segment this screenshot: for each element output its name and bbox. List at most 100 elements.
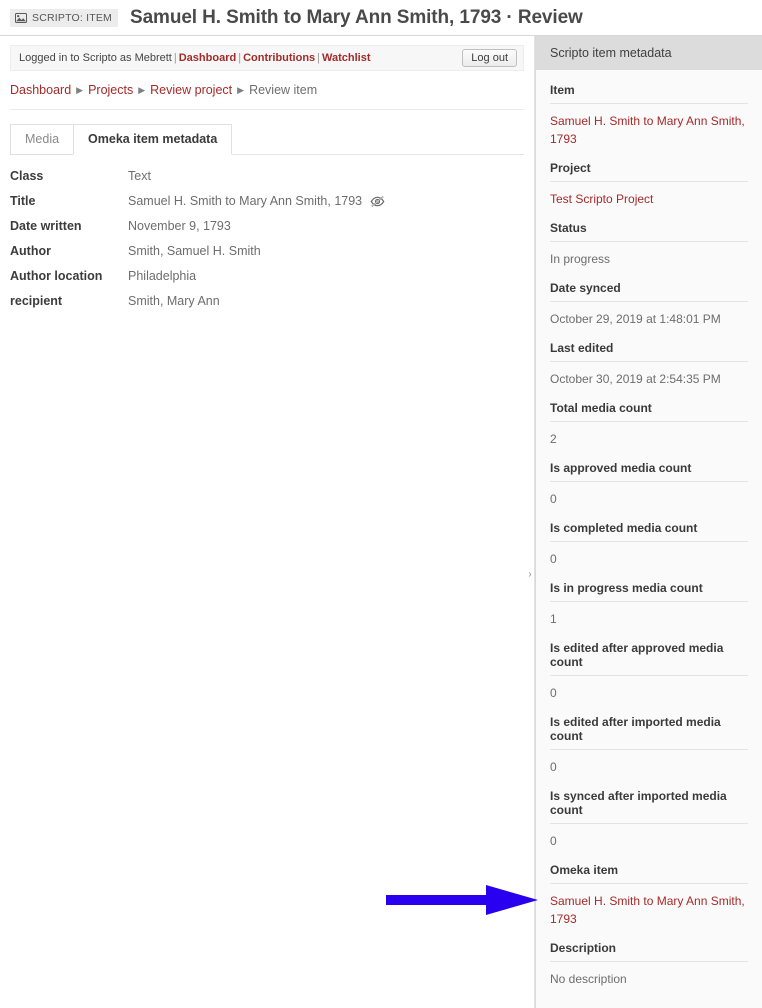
sidebar-field-label: Last edited [550, 341, 748, 362]
page-title: Samuel H. Smith to Mary Ann Smith, 1793 … [130, 6, 583, 28]
sidebar-field-label: Omeka item [550, 863, 748, 884]
sidebar-field-list: Item Samuel H. Smith to Mary Ann Smith, … [536, 70, 762, 988]
breadcrumb-item-dashboard[interactable]: Dashboard [10, 83, 71, 97]
property-label: Title [10, 194, 36, 208]
property-label: recipient [10, 294, 63, 308]
property-value-text: Samuel H. Smith to Mary Ann Smith, 1793 [128, 194, 363, 208]
caret-right-icon: ▶ [138, 84, 146, 95]
sidebar-field-label: Is edited after approved media count [550, 641, 748, 676]
sidebar-field-value-link[interactable]: Test Scripto Project [550, 182, 748, 208]
sidebar-field-description: Description No description [550, 928, 748, 988]
sidebar-field-label: Is approved media count [550, 461, 748, 482]
sidebar-field-value: No description [550, 972, 627, 986]
property-value: Text [128, 169, 151, 183]
sidebar-field-label: Is edited after imported media count [550, 715, 748, 750]
tab-bar: Media Omeka item metadata [10, 123, 524, 155]
session-sep-3: | [317, 52, 321, 64]
property-row-title: Title Samuel H. Smith to Mary Ann Smith,… [10, 194, 524, 208]
sidebar-collapse-handle[interactable]: › [525, 561, 535, 587]
breadcrumb: Dashboard ▶ Projects ▶ Review project ▶ … [10, 83, 524, 97]
session-prefix: Logged in to Scripto as Mebrett [19, 52, 172, 64]
property-value-text: November 9, 1793 [128, 219, 231, 233]
sidebar-field-total-media-count: Total media count 2 [550, 388, 748, 448]
sidebar-field-item: Item Samuel H. Smith to Mary Ann Smith, … [550, 70, 748, 148]
sidebar-field-value: 0 [550, 760, 557, 774]
sidebar-field-value: 0 [550, 834, 557, 848]
eye-slash-icon[interactable] [370, 195, 385, 208]
user-session-bar: Logged in to Scripto as Mebrett | Dashboar… [10, 45, 524, 71]
property-row-recipient: recipient Smith, Mary Ann [10, 294, 524, 308]
caret-right-icon: ▶ [237, 84, 245, 95]
sidebar-field-value: 2 [550, 432, 557, 446]
sidebar-field-label: Description [550, 941, 748, 962]
chevron-right-icon: › [528, 568, 532, 580]
sidebar-field-label: Project [550, 161, 748, 182]
property-label: Class [10, 169, 44, 183]
sidebar-field-last-edited: Last edited October 30, 2019 at 2:54:35 … [550, 328, 748, 388]
property-row-date-written: Date written November 9, 1793 [10, 219, 524, 233]
sidebar-field-is-completed-media-count: Is completed media count 0 [550, 508, 748, 568]
sidebar-field-label: Date synced [550, 281, 748, 302]
property-value-text: Philadelphia [128, 269, 197, 283]
nav-link-dashboard[interactable]: Dashboard [179, 52, 236, 64]
sidebar-field-is-synced-after-imported-media-count: Is synced after imported media count 0 [550, 776, 748, 850]
sidebar-field-is-in-progress-media-count: Is in progress media count 1 [550, 568, 748, 628]
sidebar-field-status: Status In progress [550, 208, 748, 268]
sidebar-field-label: Is in progress media count [550, 581, 748, 602]
sidebar-field-date-synced: Date synced October 29, 2019 at 1:48:01 … [550, 268, 748, 328]
scripto-badge-label: SCRIPTO: ITEM [32, 11, 112, 24]
property-label: Date written [10, 219, 82, 233]
sidebar-field-value: In progress [550, 252, 611, 266]
sidebar-field-value: 0 [550, 552, 557, 566]
logout-button[interactable]: Log out [462, 49, 517, 67]
session-sep-1: | [173, 52, 177, 64]
sidebar-field-value: 0 [550, 492, 557, 506]
breadcrumb-item-projects[interactable]: Projects [88, 83, 133, 97]
sidebar-field-label: Item [550, 83, 748, 104]
scripto-item-metadata-panel: Scripto item metadata Item Samuel H. Smi… [535, 36, 762, 1008]
nav-link-watchlist[interactable]: Watchlist [322, 52, 371, 64]
sidebar-field-omeka-item: Omeka item Samuel H. Smith to Mary Ann S… [550, 850, 748, 928]
sidebar-field-value: 0 [550, 686, 557, 700]
property-value: Smith, Mary Ann [128, 294, 220, 308]
property-label: Author location [10, 269, 103, 283]
title-bar: SCRIPTO: ITEM Samuel H. Smith to Mary An… [0, 0, 762, 36]
breadcrumb-item-review-item: Review item [249, 83, 318, 97]
sidebar-field-is-edited-after-approved-media-count: Is edited after approved media count 0 [550, 628, 748, 702]
property-value-text: Smith, Samuel H. Smith [128, 244, 261, 258]
sidebar-field-project: Project Test Scripto Project [550, 148, 748, 208]
property-row-author-location: Author location Philadelphia [10, 269, 524, 283]
sidebar-panel-title: Scripto item metadata [536, 36, 762, 70]
property-value: November 9, 1793 [128, 219, 231, 233]
main-layout: Logged in to Scripto as Mebrett | Dashboar… [0, 36, 762, 1008]
sidebar-field-value-link[interactable]: Samuel H. Smith to Mary Ann Smith, 1793 [550, 884, 748, 928]
session-info: Logged in to Scripto as Mebrett | Dashboar… [19, 52, 371, 64]
property-row-class: Class Text [10, 169, 524, 183]
caret-right-icon: ▶ [76, 84, 84, 95]
omeka-item-metadata-list: Class Text Title Samuel H. Smith to Mary… [10, 169, 524, 308]
sidebar-field-value-link[interactable]: Samuel H. Smith to Mary Ann Smith, 1793 [550, 104, 748, 148]
breadcrumb-item-review-project[interactable]: Review project [150, 83, 232, 97]
sidebar-field-value: October 29, 2019 at 1:48:01 PM [550, 312, 721, 326]
sidebar-field-value: October 30, 2019 at 2:54:35 PM [550, 372, 721, 386]
sidebar-field-value: 1 [550, 612, 557, 626]
sidebar-field-label: Is completed media count [550, 521, 748, 542]
sidebar-field-label: Status [550, 221, 748, 242]
property-value-text: Smith, Mary Ann [128, 294, 220, 308]
scripto-item-badge: SCRIPTO: ITEM [10, 8, 118, 27]
breadcrumb-divider [10, 109, 524, 110]
property-row-author: Author Smith, Samuel H. Smith [10, 244, 524, 258]
tab-omeka-item-metadata[interactable]: Omeka item metadata [73, 124, 233, 155]
nav-link-contributions[interactable]: Contributions [243, 52, 315, 64]
sidebar-field-label: Is synced after imported media count [550, 789, 748, 824]
property-value: Philadelphia [128, 269, 196, 283]
session-sep-2: | [238, 52, 242, 64]
image-icon [15, 12, 27, 23]
tab-media[interactable]: Media [10, 124, 75, 155]
property-value: Smith, Samuel H. Smith [128, 244, 261, 258]
sidebar-field-is-edited-after-imported-media-count: Is edited after imported media count 0 [550, 702, 748, 776]
content-area: Logged in to Scripto as Mebrett | Dashboar… [0, 36, 535, 1008]
property-value: Samuel H. Smith to Mary Ann Smith, 1793 [128, 194, 385, 208]
property-value-text: Text [128, 169, 151, 183]
sidebar-field-is-approved-media-count: Is approved media count 0 [550, 448, 748, 508]
